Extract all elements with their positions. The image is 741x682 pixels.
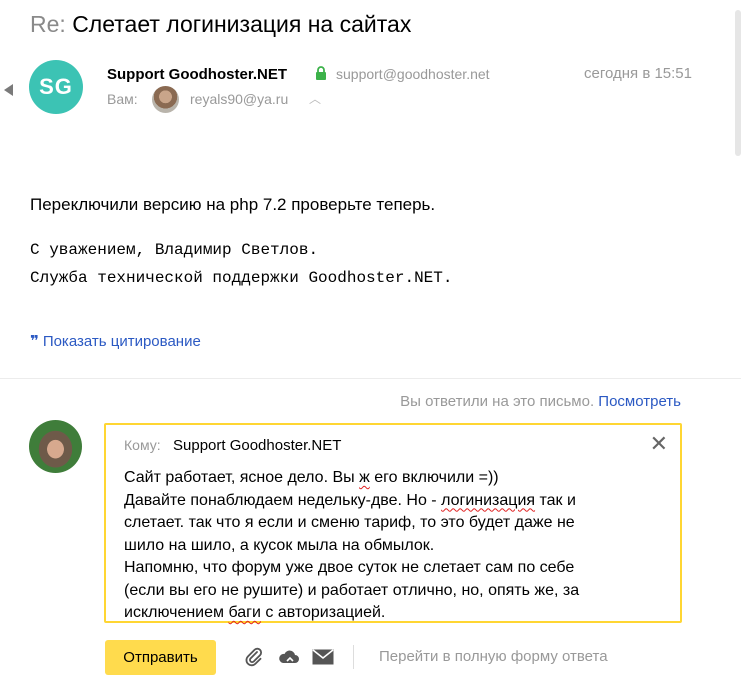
sender-email[interactable]: support@goodhoster.net <box>336 66 490 82</box>
recipient-label: Вам: <box>107 91 138 107</box>
recipient-email[interactable]: reyals90@ya.ru <box>190 91 288 107</box>
reply-notice-text: Вы ответили на это письмо. <box>400 393 595 410</box>
chevron-up-icon[interactable]: ︿ <box>309 90 321 107</box>
view-reply-link[interactable]: Посмотреть <box>598 393 681 410</box>
reply-compose-box[interactable]: Кому: Support Goodhoster.NET ✕ Сайт рабо… <box>104 423 682 623</box>
user-avatar <box>29 420 82 473</box>
message-date: сегодня в 15:51 <box>584 65 692 82</box>
show-quote-label: Показать цитирование <box>42 333 201 350</box>
compose-line: шило на шило, а кусок мыла на обмылок. <box>124 536 435 554</box>
signature-line: С уважением, Владимир Светлов. <box>30 241 319 259</box>
toolbar-separator <box>353 645 354 669</box>
scrollbar[interactable] <box>735 10 741 156</box>
subject-prefix: Re: <box>30 11 66 37</box>
reply-notice: Вы ответили на это письмо. Посмотреть <box>400 393 681 410</box>
close-icon[interactable]: ✕ <box>650 433 668 455</box>
quote-icon: ❞ <box>30 333 39 350</box>
compose-line: Сайт работает, ясное дело. Вы ж его вклю… <box>124 469 499 486</box>
compose-recipient[interactable]: Support Goodhoster.NET <box>173 437 341 454</box>
sender-name[interactable]: Support Goodhoster.NET <box>107 66 287 83</box>
signature-line: Служба технической поддержки Goodhoster.… <box>30 269 453 287</box>
compose-line: слетает. так что я если и сменю тариф, т… <box>124 514 575 531</box>
spelling-error: баги <box>228 604 261 621</box>
spelling-error: логинизация <box>441 491 536 509</box>
compose-line: исключением баги с авторизацией. <box>124 604 386 621</box>
full-reply-form-link[interactable]: Перейти в полную форму ответа <box>379 648 608 665</box>
compose-line: Напомню, что форум уже двое суток не сле… <box>124 559 575 576</box>
paperclip-icon[interactable] <box>243 646 265 668</box>
lock-icon <box>316 66 326 80</box>
send-button[interactable]: Отправить <box>105 640 216 675</box>
message-body: Переключили версию на php 7.2 проверьте … <box>30 195 436 214</box>
cloud-icon[interactable] <box>278 646 300 668</box>
envelope-icon[interactable] <box>312 646 334 668</box>
spelling-error: ж <box>359 469 370 486</box>
compose-text-area[interactable]: Сайт работает, ясное дело. Вы ж его вклю… <box>124 467 674 625</box>
compose-line: (если вы его не рушите) и работает отлич… <box>124 581 580 599</box>
show-quote-link[interactable]: ❞ Показать цитирование <box>30 332 201 350</box>
compose-line: Давайте понаблюдаем недельку-две. Но - л… <box>124 491 576 509</box>
subject-title: Слетает логинизация на сайтах <box>72 11 412 37</box>
sender-avatar: SG <box>29 60 83 114</box>
divider <box>0 378 741 379</box>
compose-to-label: Кому: <box>124 437 161 453</box>
collapse-marker-icon[interactable] <box>4 84 13 96</box>
recipient-avatar <box>152 86 179 113</box>
subject-heading: Re: Слетает логинизация на сайтах <box>30 10 411 38</box>
